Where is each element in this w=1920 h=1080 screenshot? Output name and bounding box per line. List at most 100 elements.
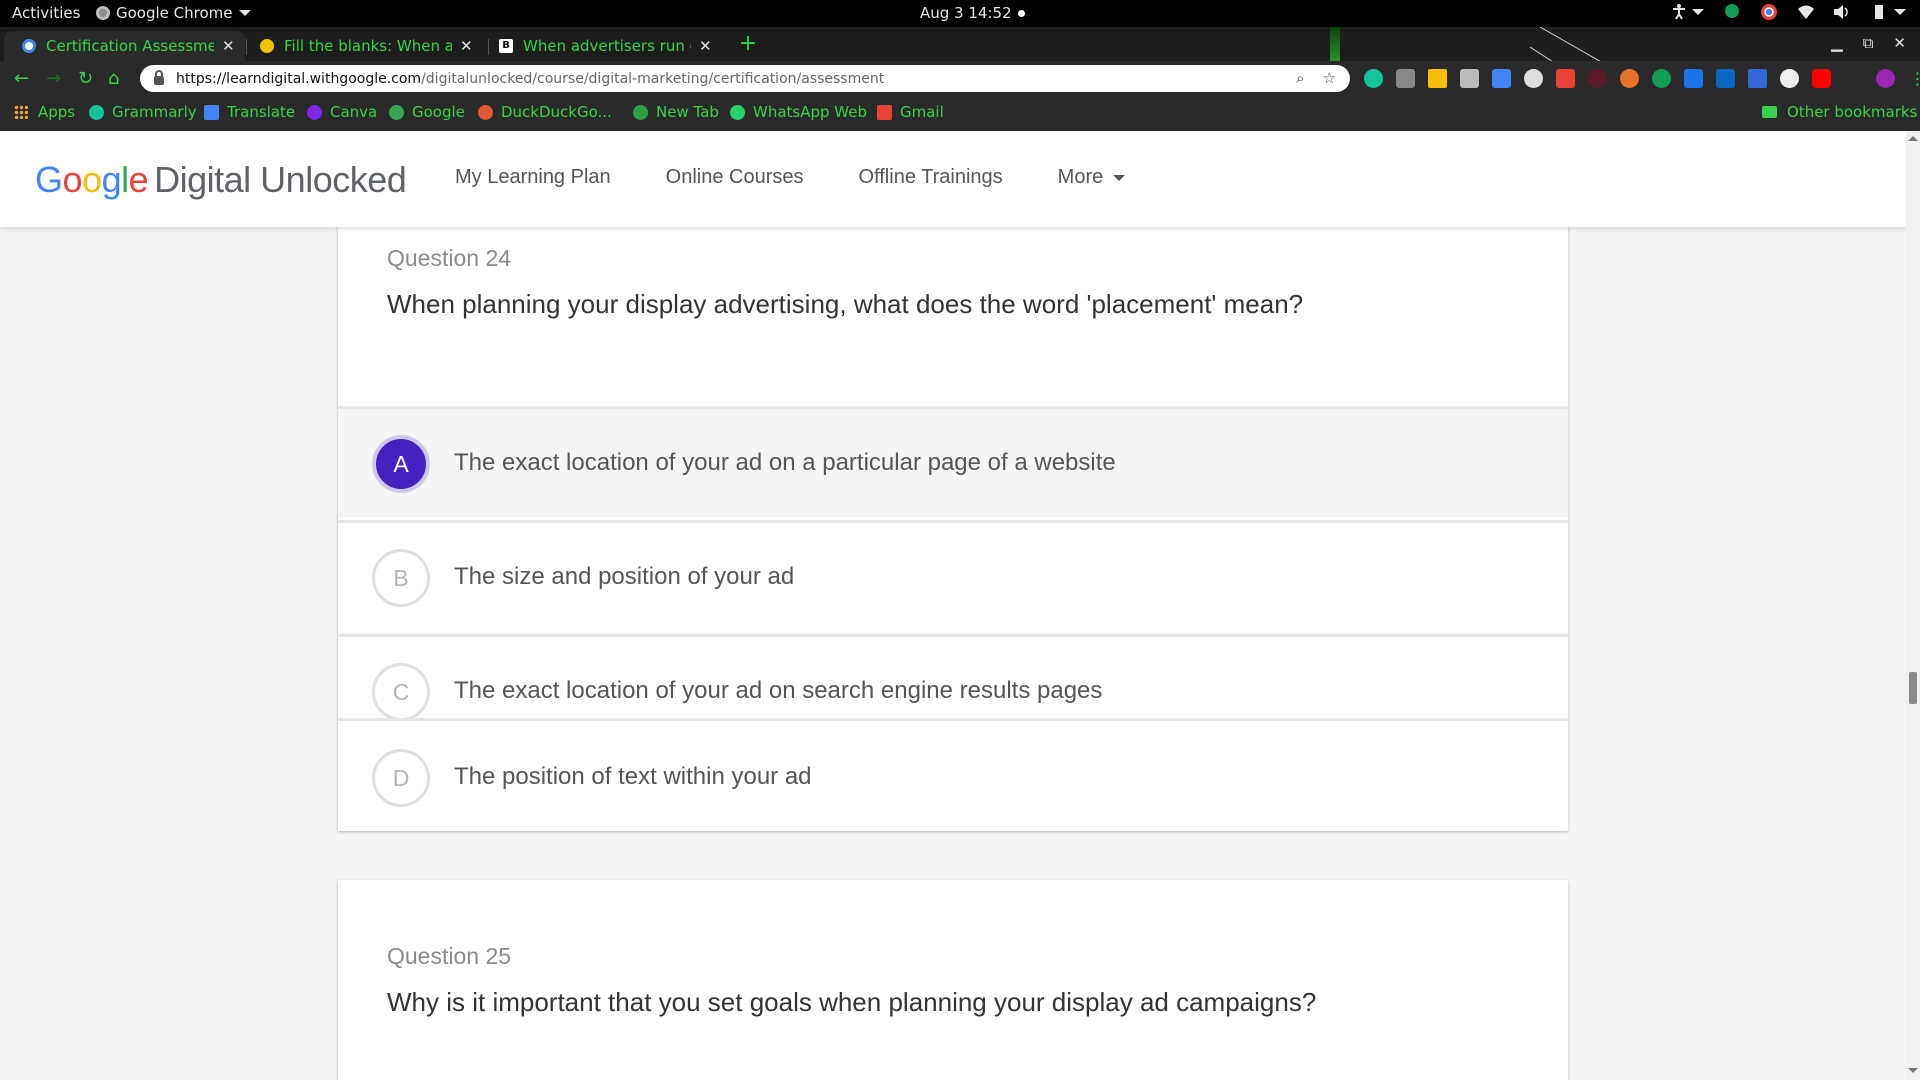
quizlet-icon: [260, 39, 274, 53]
scroll-up-icon[interactable]: [1908, 136, 1918, 141]
keep-ext-icon[interactable]: [1396, 69, 1415, 88]
minimize-icon[interactable]: ▁: [1831, 34, 1843, 52]
folder-icon: [1762, 106, 1777, 118]
bookmark-duckduckgo[interactable]: DuckDuckGo...: [478, 103, 612, 121]
battery-icon[interactable]: [1870, 4, 1906, 20]
bookmark-label: Canva: [330, 103, 378, 121]
answer-option-d[interactable]: D The position of text within your ad: [338, 718, 1568, 831]
new-tab-button[interactable]: +: [736, 33, 760, 57]
question-number: Question 24: [387, 245, 512, 271]
logo-letter: g: [101, 159, 122, 200]
activities-button[interactable]: Activities: [12, 4, 80, 22]
profile-avatar-icon[interactable]: [1876, 69, 1895, 88]
bookmark-label: Apps: [38, 103, 76, 121]
maximize-icon[interactable]: ⧉: [1863, 34, 1874, 52]
bookmark-translate[interactable]: Translate: [204, 103, 295, 121]
s-ext-icon[interactable]: [1684, 69, 1703, 88]
back-icon[interactable]: ←: [14, 68, 29, 89]
close-icon[interactable]: ✕: [222, 37, 235, 55]
nav-more[interactable]: More: [1058, 166, 1126, 189]
bookmark-other[interactable]: Other bookmarks: [1762, 103, 1917, 121]
triangle-ext-icon[interactable]: [1748, 69, 1767, 88]
scroll-down-icon[interactable]: [1908, 1068, 1918, 1073]
bookmark-canva[interactable]: Canva: [307, 103, 377, 121]
menu-kebab-icon[interactable]: ⋮: [1908, 69, 1920, 88]
close-icon[interactable]: ✕: [460, 37, 473, 55]
option-text: The size and position of your ad: [454, 563, 795, 590]
tab-title: When advertisers run online: [523, 37, 691, 55]
answer-option-b[interactable]: B The size and position of your ad: [338, 520, 1568, 631]
mail-ext-icon[interactable]: [1460, 69, 1479, 88]
tab-when-advertisers[interactable]: B When advertisers run online ✕: [481, 31, 722, 61]
url-host: https://learndigital.withgoogle.com: [176, 70, 422, 87]
zoom-icon[interactable]: ⌕: [1296, 69, 1304, 87]
close-window-icon[interactable]: ✕: [1893, 34, 1906, 52]
bookmark-gmail[interactable]: Gmail: [877, 103, 944, 121]
calendar-ext-icon[interactable]: [1492, 69, 1511, 88]
logo-letter: l: [121, 159, 129, 200]
logo-letter: o: [62, 159, 83, 200]
chrome-tray-icon[interactable]: [1760, 3, 1778, 21]
system-tray[interactable]: [1672, 3, 1906, 21]
b-ext-icon[interactable]: [1620, 69, 1639, 88]
nav-my-learning-plan[interactable]: My Learning Plan: [455, 166, 611, 189]
gmail-icon: [877, 104, 892, 120]
bookmark-whatsapp[interactable]: WhatsApp Web: [730, 103, 867, 121]
question-card: Question 24 When planning your display a…: [338, 201, 1568, 831]
tab-title: Certification Assessment: [46, 37, 214, 55]
linkedin-ext-icon[interactable]: [1716, 69, 1735, 88]
apps-grid-icon: [14, 105, 28, 119]
bookmark-label: Google: [412, 103, 465, 121]
answer-option-a[interactable]: A The exact location of your ad on a par…: [338, 406, 1568, 517]
main-nav: My Learning Plan Online Courses Offline …: [455, 166, 1126, 189]
nav-offline-trainings[interactable]: Offline Trainings: [859, 166, 1003, 189]
translate-icon: [204, 104, 219, 120]
question-text: When planning your display advertising, …: [387, 289, 1304, 319]
close-icon[interactable]: ✕: [699, 37, 712, 55]
bookmark-star-icon[interactable]: ☆: [1323, 69, 1336, 87]
reload-icon[interactable]: ↻: [78, 68, 93, 89]
extensions-area: ⋮: [1364, 69, 1920, 88]
bookmark-apps[interactable]: Apps: [14, 103, 75, 121]
grammarly-ext-icon[interactable]: [1364, 69, 1383, 88]
forward-icon[interactable]: →: [46, 68, 61, 89]
circle-ext-icon[interactable]: [1780, 69, 1799, 88]
duckduckgo-icon: [478, 104, 493, 120]
question-card: Question 25 Why is it important that you…: [338, 880, 1568, 1080]
volume-icon[interactable]: [1834, 5, 1850, 19]
tab-fill-the-blanks[interactable]: Fill the blanks: When advertisers ✕: [242, 31, 483, 61]
option-letter-badge: C: [372, 663, 430, 721]
chevron-down-icon: [1113, 174, 1126, 181]
bookmark-label: DuckDuckGo...: [501, 103, 612, 121]
app-menu[interactable]: Google Chrome: [96, 4, 251, 22]
gmail-ext-icon[interactable]: [1556, 69, 1575, 88]
bookmark-label: Gmail: [900, 103, 944, 121]
tab-certification-assessment[interactable]: Certification Assessment ✕: [4, 31, 245, 61]
clock-ext-icon[interactable]: [1524, 69, 1543, 88]
drive-ext-icon[interactable]: [1428, 69, 1447, 88]
accessibility-icon[interactable]: [1672, 4, 1704, 20]
page-scrollbar[interactable]: [1906, 131, 1920, 1080]
bookmark-new-tab[interactable]: New Tab: [633, 103, 719, 121]
clock[interactable]: Aug 3 14:52: [920, 4, 1025, 22]
hangouts-tray-icon[interactable]: [1724, 3, 1740, 21]
scrollbar-thumb[interactable]: [1909, 672, 1917, 704]
bookmark-google[interactable]: Google: [389, 103, 465, 121]
nav-online-courses[interactable]: Online Courses: [666, 166, 804, 189]
bookmark-label: Other bookmarks: [1787, 103, 1918, 121]
bookmark-label: WhatsApp Web: [753, 103, 868, 121]
newtab-icon: [633, 104, 648, 120]
k-ext-icon[interactable]: [1588, 69, 1607, 88]
bookmarks-bar: Apps Grammarly Translate Canva Google Du…: [0, 95, 1920, 131]
brainly-icon: B: [499, 39, 513, 53]
google-icon: [389, 104, 404, 120]
home-icon[interactable]: ⌂: [108, 68, 119, 89]
hangouts-ext-icon[interactable]: [1652, 69, 1671, 88]
wifi-icon[interactable]: [1798, 5, 1814, 19]
youtube-ext-icon[interactable]: [1812, 69, 1831, 88]
logo-suffix: Digital Unlocked: [154, 159, 407, 200]
bookmark-grammarly[interactable]: Grammarly: [89, 103, 197, 121]
google-digital-unlocked-logo[interactable]: Google Digital Unlocked: [35, 159, 407, 201]
tab-title: Fill the blanks: When advertisers: [284, 37, 452, 55]
address-bar[interactable]: https://learndigital.withgoogle.com/digi…: [140, 65, 1350, 92]
